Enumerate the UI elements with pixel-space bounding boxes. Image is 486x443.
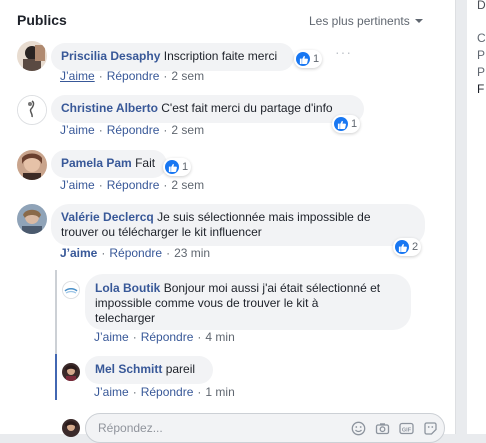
comment-text: C'est fait merci du partage d'info <box>161 101 333 115</box>
svg-text:GIF: GIF <box>402 427 412 433</box>
reply-link[interactable]: Répondre <box>141 330 194 344</box>
reaction-number: 1 <box>351 118 358 130</box>
avatar-image <box>62 419 80 437</box>
reply-text: telecharger <box>95 311 156 325</box>
reply-link[interactable]: Répondre <box>141 385 194 399</box>
avatar[interactable] <box>17 150 47 180</box>
comment-text: Fait <box>135 156 156 170</box>
reaction-number: 1 <box>182 161 189 173</box>
like-link[interactable]: J’aime <box>60 123 95 137</box>
avatar[interactable] <box>17 41 47 71</box>
more-options-icon[interactable]: ··· <box>335 44 352 60</box>
reaction-number: 2 <box>412 241 419 253</box>
reaction-count[interactable]: 2 <box>393 238 422 256</box>
avatar-image <box>18 96 46 124</box>
like-icon <box>296 52 310 66</box>
timestamp[interactable]: 4 min <box>205 330 234 344</box>
caret-down-icon <box>414 19 423 23</box>
sort-dropdown[interactable]: Les plus pertinents <box>309 14 423 28</box>
comment-bubble: Valérie Declercq Je suis sélectionnée ma… <box>51 204 425 246</box>
avatar-image <box>17 204 47 234</box>
reply-link[interactable]: Répondre <box>109 246 162 260</box>
comment-actions: J’aime · Répondre · 2 sem <box>60 178 204 192</box>
reply-bubble: Lola Boutik Bonjour moi aussi j'ai était… <box>85 274 411 330</box>
timestamp[interactable]: 23 min <box>174 246 210 260</box>
sort-label: Les plus pertinents <box>309 14 410 28</box>
separator: · <box>98 69 103 83</box>
separator: · <box>98 178 103 192</box>
avatar-image <box>63 282 79 298</box>
reply-link[interactable]: Répondre <box>107 178 160 192</box>
like-icon <box>395 240 409 254</box>
sidebar-text: P <box>477 48 486 62</box>
separator: · <box>132 330 137 344</box>
reply-composer[interactable]: GIF <box>85 413 445 443</box>
comment-bubble: Priscilia Desaphy Inscription faite merc… <box>51 43 294 71</box>
section-title: Publics <box>17 12 67 28</box>
separator: · <box>166 246 171 260</box>
reply-actions: J’aime · Répondre · 4 min <box>94 330 235 344</box>
like-link[interactable]: J’aime <box>94 330 129 344</box>
sidebar-text: P <box>477 65 486 79</box>
reply-author[interactable]: Lola Boutik <box>95 281 160 295</box>
separator: · <box>132 385 137 399</box>
comment-text: Je suis sélectionnée mais impossible de <box>157 210 371 224</box>
reply-text: impossible comme vous de trouver le kit … <box>95 296 319 310</box>
comment-author[interactable]: Valérie Declercq <box>61 210 154 224</box>
reply-bubble: Mel Schmitt pareil <box>85 356 213 384</box>
separator: · <box>197 385 202 399</box>
separator: · <box>101 246 106 260</box>
timestamp[interactable]: 2 sem <box>171 123 204 137</box>
sidebar-text: F <box>477 82 485 96</box>
avatar-image <box>17 150 47 180</box>
comment-author[interactable]: Priscilia Desaphy <box>61 49 160 63</box>
comment-text: Inscription faite merci <box>163 49 278 63</box>
reply-link[interactable]: Répondre <box>107 69 160 83</box>
avatar[interactable] <box>62 363 80 381</box>
reaction-count[interactable]: 1 <box>163 158 192 176</box>
comment-author[interactable]: Pamela Pam <box>61 156 132 170</box>
avatar[interactable] <box>17 204 47 234</box>
reply-text: pareil <box>165 362 196 376</box>
like-link[interactable]: J’aime <box>60 246 97 260</box>
reply-author[interactable]: Mel Schmitt <box>95 362 162 376</box>
sidebar-tab[interactable]: D <box>477 0 486 12</box>
separator: · <box>98 123 103 137</box>
comment-actions: J’aime · Répondre · 2 sem <box>60 69 204 83</box>
timestamp[interactable]: 1 min <box>205 385 234 399</box>
reaction-count[interactable]: 1 <box>294 50 323 68</box>
comment-bubble: Christine Alberto C'est fait merci du pa… <box>51 95 364 123</box>
reply-actions: J’aime · Répondre · 1 min <box>94 385 235 399</box>
like-link[interactable]: J’aime <box>94 385 129 399</box>
avatar-image <box>62 363 80 381</box>
separator: · <box>163 69 168 83</box>
like-link[interactable]: J’aime <box>60 69 95 83</box>
sidebar-text: C <box>477 31 486 45</box>
like-icon <box>165 160 179 174</box>
timestamp[interactable]: 2 sem <box>171 69 204 83</box>
reaction-count[interactable]: 1 <box>332 115 361 133</box>
comment-text: trouver ou télécharger le kit influencer <box>61 225 262 239</box>
separator: · <box>163 178 168 192</box>
reaction-number: 1 <box>313 53 320 65</box>
comment-author[interactable]: Christine Alberto <box>61 101 158 115</box>
comment-bubble: Pamela Pam Fait <box>51 150 167 178</box>
avatar[interactable] <box>17 95 47 125</box>
comment-actions: J’aime · Répondre · 23 min <box>60 246 210 260</box>
comment-actions: J’aime · Répondre · 2 sem <box>60 123 204 137</box>
reply-link[interactable]: Répondre <box>107 123 160 137</box>
reply-text: Bonjour moi aussi j'ai était sélectionné… <box>163 281 381 295</box>
separator: · <box>163 123 168 137</box>
right-sidebar: D C P P F <box>467 0 486 434</box>
avatar-image <box>17 41 47 71</box>
current-user-avatar <box>62 419 80 437</box>
like-link[interactable]: J’aime <box>60 178 95 192</box>
separator: · <box>197 330 202 344</box>
like-icon <box>334 117 348 131</box>
thread-line-active <box>55 354 57 400</box>
timestamp[interactable]: 2 sem <box>171 178 204 192</box>
avatar[interactable] <box>62 281 80 299</box>
thread-line <box>55 270 57 354</box>
comments-panel: Publics Les plus pertinents Priscilia De… <box>0 0 456 443</box>
